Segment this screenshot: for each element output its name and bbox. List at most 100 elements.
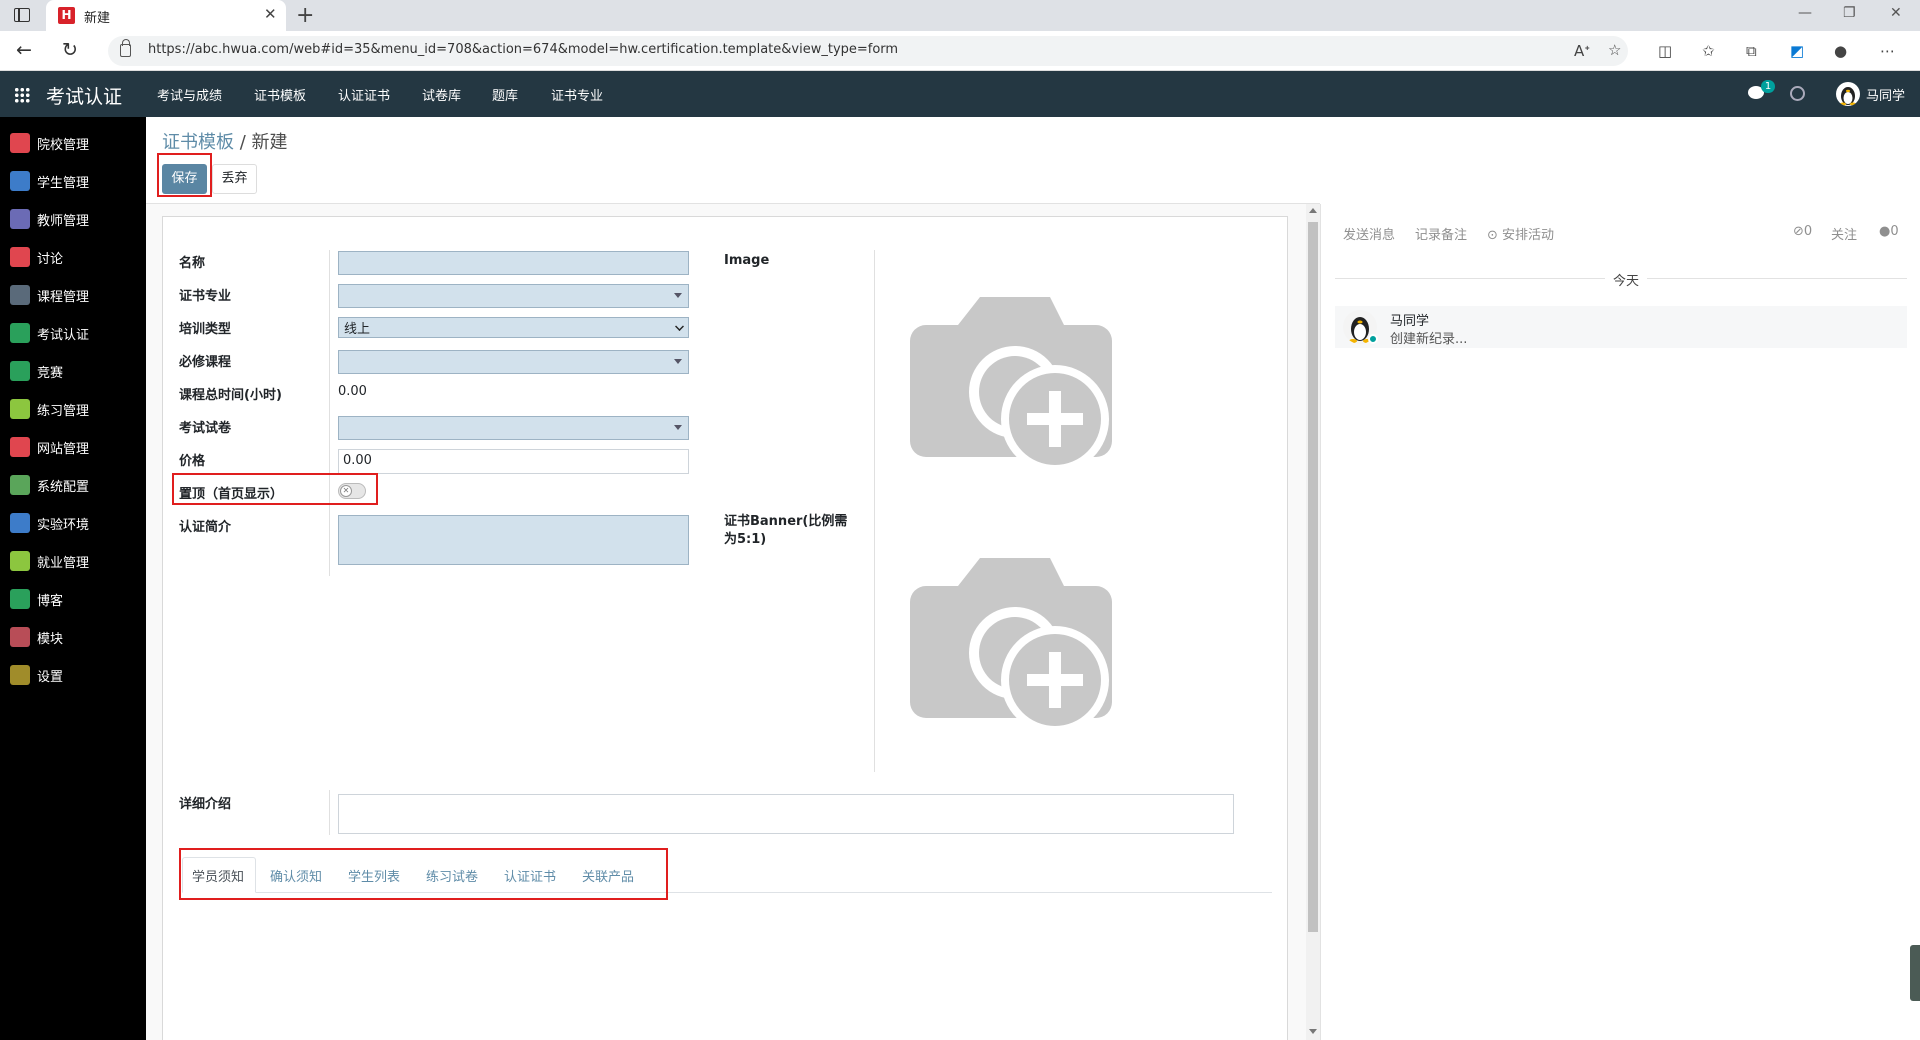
scroll-up-icon[interactable] (1309, 208, 1317, 213)
split-screen-icon[interactable]: ◫ (1658, 42, 1672, 60)
intro-textarea[interactable] (338, 515, 689, 565)
edge-app-icon[interactable]: ◩ (1790, 42, 1804, 60)
training-type-label: 培训类型 (179, 322, 232, 337)
message-author[interactable]: 马同学 (1390, 310, 1429, 329)
favorite-add-icon[interactable]: ☆ (1608, 41, 1621, 59)
sidebar-item-label: 就业管理 (37, 556, 90, 571)
today-label: 今天 (1605, 270, 1648, 289)
close-window-icon[interactable]: ✕ (1890, 5, 1902, 21)
sidebar-item-9[interactable]: 系统配置 (0, 467, 146, 505)
sidebar-item-13[interactable]: 模块 (0, 619, 146, 657)
sidebar-item-1[interactable]: 学生管理 (0, 163, 146, 201)
scroll-thumb[interactable] (1308, 222, 1318, 932)
exam-paper-select[interactable] (338, 416, 689, 440)
schedule-activity-label: 安排活动 (1502, 228, 1555, 243)
menu-exam-results[interactable]: 考试与成绩 (157, 85, 222, 104)
lock-icon[interactable] (120, 39, 131, 57)
price-field[interactable]: 0.00 (338, 449, 689, 474)
detail-html-field[interactable] (338, 794, 1234, 834)
sidebar-item-3[interactable]: 讨论 (0, 239, 146, 277)
followers-button[interactable]: ●0 (1879, 224, 1899, 239)
app-brand[interactable]: 考试认证 (46, 82, 122, 109)
sidebar-item-label: 设置 (37, 670, 64, 685)
user-avatar[interactable] (1836, 82, 1860, 106)
sidebar-item-label: 练习管理 (37, 404, 90, 419)
chat-badge: 1 (1761, 80, 1775, 93)
sidebar: 院校管理学生管理教师管理 讨论 课程管理 考试认证竞赛练习管理网站管理系统配置实验环境… (0, 117, 146, 1040)
major-select[interactable] (338, 284, 689, 308)
close-tab-icon[interactable]: ✕ (264, 5, 277, 23)
exam-paper-label: 考试试卷 (179, 421, 232, 436)
sidebar-item-6[interactable]: 竞赛 (0, 353, 146, 391)
refresh-icon[interactable]: ↻ (62, 39, 78, 61)
training-type-select[interactable]: 线上 (338, 317, 689, 338)
highlight-tabs-box (179, 848, 668, 900)
user-name[interactable]: 马同学 (1866, 85, 1905, 104)
tab-actions-icon[interactable] (14, 8, 30, 22)
sidebar-item-label: 学生管理 (37, 176, 90, 191)
browser-tabbar: H 新建 ✕ + — ❐ ✕ (0, 0, 1920, 31)
browser-tab[interactable]: H 新建 ✕ (46, 0, 286, 31)
right-group-separator (874, 250, 875, 772)
sidebar-item-7[interactable]: 练习管理 (0, 391, 146, 429)
menu-cert-major[interactable]: 证书专业 (551, 85, 603, 104)
user-icon: ● (1879, 224, 1891, 239)
sidebar-item-label: 竞赛 (37, 366, 64, 381)
sidebar-item-10[interactable]: 实验环境 (0, 505, 146, 543)
site-favicon-icon: H (58, 7, 75, 24)
activity-clock-icon[interactable] (1790, 86, 1805, 101)
teacher-icon (10, 209, 30, 229)
banner-upload-camera-icon[interactable] (910, 558, 1120, 738)
sidebar-item-label: 网站管理 (37, 442, 90, 457)
cloud-icon (10, 361, 30, 381)
back-icon[interactable]: ← (16, 39, 32, 61)
sidebar-item-14[interactable]: 设置 (0, 657, 146, 695)
required-course-select[interactable] (338, 350, 689, 374)
chevron-down-icon (674, 293, 682, 298)
breadcrumb-parent[interactable]: 证书模板 (162, 132, 234, 153)
follow-button[interactable]: 关注 (1831, 224, 1857, 243)
more-icon[interactable]: ⋯ (1880, 42, 1895, 60)
restore-icon[interactable]: ❐ (1843, 5, 1856, 21)
discuss-icon (10, 247, 30, 267)
chevron-down-icon (674, 425, 682, 430)
sidebar-item-0[interactable]: 院校管理 (0, 125, 146, 163)
collections-icon[interactable]: ⧉ (1746, 42, 1757, 60)
log-note-button[interactable]: 记录备注 (1415, 224, 1467, 243)
image-label: Image (724, 253, 770, 268)
sidebar-item-5[interactable]: 考试认证 (0, 315, 146, 353)
scroll-down-icon[interactable] (1309, 1029, 1317, 1034)
form-scrollbar[interactable] (1306, 204, 1320, 1040)
schedule-activity-button[interactable]: ⊙ 安排活动 (1487, 224, 1554, 243)
employment-icon (10, 551, 30, 571)
sidebar-item-label: 实验环境 (37, 518, 90, 533)
menu-question-bank[interactable]: 题库 (492, 85, 518, 104)
name-field[interactable] (338, 251, 689, 275)
menu-cert-template[interactable]: 证书模板 (254, 85, 306, 104)
profile-icon[interactable]: ● (1834, 42, 1847, 60)
menu-certificates[interactable]: 认证证书 (338, 85, 390, 104)
sidebar-item-12[interactable]: 博客 (0, 581, 146, 619)
read-aloud-icon[interactable]: Aᐩ (1574, 42, 1590, 60)
discard-button[interactable]: 丢弃 (212, 164, 257, 194)
sidebar-item-8[interactable]: 网站管理 (0, 429, 146, 467)
side-panel-handle[interactable] (1910, 945, 1920, 1001)
minimize-icon[interactable]: — (1798, 5, 1812, 21)
url-field[interactable]: https://abc.hwua.com/web#id=35&menu_id=7… (108, 36, 1628, 66)
chatter-message: 马同学 创建新纪录... (1335, 306, 1907, 348)
send-message-button[interactable]: 发送消息 (1343, 224, 1395, 243)
menu-paper-bank[interactable]: 试卷库 (422, 85, 461, 104)
image-upload-camera-icon[interactable] (910, 297, 1120, 477)
sidebar-item-11[interactable]: 就业管理 (0, 543, 146, 581)
sidebar-item-2[interactable]: 教师管理 (0, 201, 146, 239)
breadcrumb: 证书模板 / 新建 (162, 128, 288, 154)
sidebar-item-4[interactable]: 课程管理 (0, 277, 146, 315)
apps-grid-icon[interactable] (14, 87, 30, 103)
attachments-button[interactable]: ⊘0 (1793, 224, 1812, 239)
sidebar-item-label: 院校管理 (37, 138, 90, 153)
new-tab-icon[interactable]: + (296, 3, 314, 28)
required-course-label: 必修课程 (179, 355, 232, 370)
modules-icon (10, 627, 30, 647)
favorites-icon[interactable]: ✩ (1702, 42, 1715, 60)
practice-icon (10, 399, 30, 419)
